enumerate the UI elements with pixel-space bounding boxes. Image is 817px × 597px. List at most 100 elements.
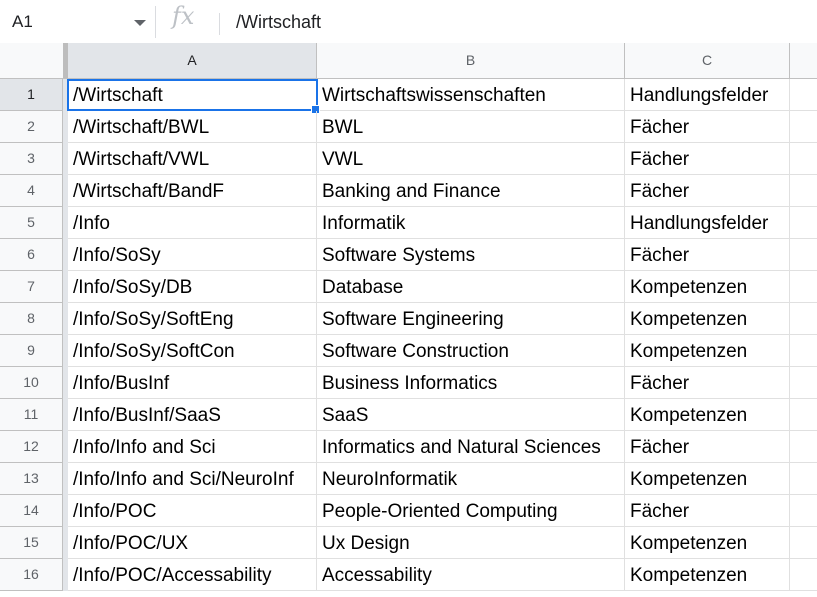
column-header-a[interactable]: A — [68, 43, 317, 78]
cell-d[interactable] — [790, 207, 817, 239]
cell-d[interactable] — [790, 463, 817, 495]
table-row: 6 /Info/SoSy Software Systems Fächer — [0, 239, 817, 271]
cell-a[interactable]: /Info/SoSy — [68, 239, 317, 271]
table-row: 16 /Info/POC/Accessability Accessability… — [0, 559, 817, 591]
cell-a[interactable]: /Wirtschaft/BWL — [68, 111, 317, 143]
cell-c[interactable]: Kompetenzen — [625, 463, 790, 495]
cell-d[interactable] — [790, 495, 817, 527]
cell-c[interactable]: Kompetenzen — [625, 335, 790, 367]
row-header[interactable]: 10 — [0, 367, 63, 399]
cell-a[interactable]: /Info/SoSy/SoftCon — [68, 335, 317, 367]
cell-a[interactable]: /Wirtschaft/BandF — [68, 175, 317, 207]
cell-a[interactable]: /Info — [68, 207, 317, 239]
cell-d[interactable] — [790, 79, 817, 111]
cell-c[interactable]: Fächer — [625, 367, 790, 399]
row-header[interactable]: 3 — [0, 143, 63, 175]
cell-a[interactable]: /Info/Info and Sci — [68, 431, 317, 463]
column-header-b[interactable]: B — [317, 43, 625, 78]
table-row: 2 /Wirtschaft/BWL BWL Fächer — [0, 111, 817, 143]
row-header[interactable]: 16 — [0, 559, 63, 591]
cell-d[interactable] — [790, 271, 817, 303]
cell-a[interactable]: /Info/Info and Sci/NeuroInf — [68, 463, 317, 495]
cell-d[interactable] — [790, 399, 817, 431]
cell-d[interactable] — [790, 559, 817, 591]
function-icon: fx — [172, 2, 195, 30]
cell-b[interactable]: Accessability — [317, 559, 625, 591]
cell-c[interactable]: Fächer — [625, 111, 790, 143]
row-header[interactable]: 2 — [0, 111, 63, 143]
cell-b[interactable]: Business Informatics — [317, 367, 625, 399]
table-row: 14 /Info/POC People-Oriented Computing F… — [0, 495, 817, 527]
cell-d[interactable] — [790, 175, 817, 207]
cell-b[interactable]: Software Engineering — [317, 303, 625, 335]
cell-a[interactable]: /Info/SoSy/SoftEng — [68, 303, 317, 335]
row-header[interactable]: 15 — [0, 527, 63, 559]
cell-c[interactable]: Fächer — [625, 175, 790, 207]
row-header[interactable]: 13 — [0, 463, 63, 495]
cell-d[interactable] — [790, 111, 817, 143]
row-header[interactable]: 6 — [0, 239, 63, 271]
cell-d[interactable] — [790, 335, 817, 367]
row-header[interactable]: 1 — [0, 79, 63, 111]
row-header[interactable]: 11 — [0, 399, 63, 431]
cell-b[interactable]: NeuroInformatik — [317, 463, 625, 495]
table-row: 8 /Info/SoSy/SoftEng Software Engineerin… — [0, 303, 817, 335]
cell-c[interactable]: Kompetenzen — [625, 527, 790, 559]
table-row: 5 /Info Informatik Handlungsfelder — [0, 207, 817, 239]
cell-b[interactable]: Informatics and Natural Sciences — [317, 431, 625, 463]
cell-d[interactable] — [790, 527, 817, 559]
cell-b[interactable]: Software Construction — [317, 335, 625, 367]
cell-b[interactable]: VWL — [317, 143, 625, 175]
cell-a[interactable]: /Wirtschaft/VWL — [68, 143, 317, 175]
row-header[interactable]: 7 — [0, 271, 63, 303]
cell-a[interactable]: /Info/POC/Accessability — [68, 559, 317, 591]
cell-b[interactable]: Ux Design — [317, 527, 625, 559]
cell-c[interactable]: Handlungsfelder — [625, 207, 790, 239]
chevron-down-icon[interactable] — [134, 20, 146, 26]
cell-d[interactable] — [790, 239, 817, 271]
row-header[interactable]: 9 — [0, 335, 63, 367]
cell-c[interactable]: Fächer — [625, 239, 790, 271]
cell-d[interactable] — [790, 367, 817, 399]
cell-a[interactable]: /Info/BusInf/SaaS — [68, 399, 317, 431]
cell-b[interactable]: Software Systems — [317, 239, 625, 271]
cell-a[interactable]: /Info/POC/UX — [68, 527, 317, 559]
cell-c[interactable]: Fächer — [625, 431, 790, 463]
row-header[interactable]: 5 — [0, 207, 63, 239]
row-header[interactable]: 12 — [0, 431, 63, 463]
formula-bar: A1 fx /Wirtschaft — [0, 0, 817, 44]
table-row: 10 /Info/BusInf Business Informatics Fäc… — [0, 367, 817, 399]
row-header[interactable]: 14 — [0, 495, 63, 527]
cell-d[interactable] — [790, 303, 817, 335]
cell-d[interactable] — [790, 143, 817, 175]
cell-b[interactable]: People-Oriented Computing — [317, 495, 625, 527]
cell-c[interactable]: Kompetenzen — [625, 271, 790, 303]
cell-b[interactable]: SaaS — [317, 399, 625, 431]
table-row: 1 /Wirtschaft Wirtschaftswissenschaften … — [0, 79, 817, 114]
cell-a[interactable]: /Wirtschaft — [68, 79, 317, 111]
cell-d[interactable] — [790, 431, 817, 463]
cell-c[interactable]: Kompetenzen — [625, 559, 790, 591]
cell-a[interactable]: /Info/POC — [68, 495, 317, 527]
cell-b[interactable]: Informatik — [317, 207, 625, 239]
table-row: 12 /Info/Info and Sci Informatics and Na… — [0, 431, 817, 463]
row-header[interactable]: 8 — [0, 303, 63, 335]
cell-b[interactable]: BWL — [317, 111, 625, 143]
cell-c[interactable]: Handlungsfelder — [625, 79, 790, 111]
cell-b[interactable]: Wirtschaftswissenschaften — [317, 79, 625, 111]
cell-c[interactable]: Fächer — [625, 143, 790, 175]
name-box-value: A1 — [12, 12, 33, 31]
cell-c[interactable]: Kompetenzen — [625, 399, 790, 431]
cell-c[interactable]: Kompetenzen — [625, 303, 790, 335]
name-box[interactable]: A1 — [0, 6, 156, 38]
cell-b[interactable]: Banking and Finance — [317, 175, 625, 207]
cell-c[interactable]: Fächer — [625, 495, 790, 527]
cell-b[interactable]: Database — [317, 271, 625, 303]
cell-a[interactable]: /Info/BusInf — [68, 367, 317, 399]
row-header[interactable]: 4 — [0, 175, 63, 207]
formula-input[interactable]: /Wirtschaft — [236, 12, 321, 33]
column-header-c[interactable]: C — [625, 43, 790, 78]
cell-a[interactable]: /Info/SoSy/DB — [68, 271, 317, 303]
select-all-corner[interactable] — [0, 43, 64, 78]
column-header-d[interactable] — [789, 43, 817, 78]
